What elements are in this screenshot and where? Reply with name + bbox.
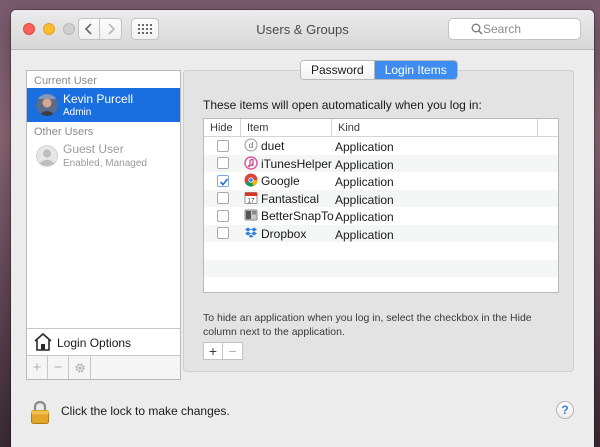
table-row[interactable]: iTunesHelper Application (204, 154, 558, 172)
item-name: Dropbox (261, 226, 307, 241)
item-name: iTunesHelper (261, 156, 332, 171)
user-row-guest[interactable]: Guest User Enabled, Managed (27, 139, 180, 173)
hide-checkbox[interactable] (217, 139, 229, 152)
item-kind: Application (335, 210, 394, 224)
empty-row (204, 259, 558, 277)
column-header-kind[interactable]: Kind (332, 119, 538, 136)
item-kind: Application (335, 192, 394, 207)
column-header-item[interactable]: Item (241, 119, 332, 136)
user-name: Kevin Purcell (63, 92, 134, 106)
svg-text:d: d (249, 141, 253, 150)
empty-row (204, 242, 558, 260)
user-list-buttons: + − (27, 355, 180, 379)
item-name: Google (261, 174, 300, 188)
empty-row (204, 277, 558, 295)
avatar (36, 94, 58, 116)
login-items-buttons: + − (203, 342, 243, 360)
login-items-description: These items will open automatically when… (203, 98, 482, 112)
item-kind: Application (335, 157, 394, 172)
table-row[interactable]: Google Application (204, 172, 558, 190)
hide-checkbox[interactable] (217, 227, 229, 240)
item-kind: Application (335, 175, 394, 189)
titlebar: Users & Groups (11, 10, 594, 50)
login-items-table: Hide Item Kind d duet Application iTunes… (203, 118, 559, 293)
dropbox-icon (245, 227, 257, 238)
item-kind: Application (335, 227, 394, 242)
other-users-header: Other Users (34, 126, 94, 138)
guest-avatar-icon (36, 145, 58, 167)
login-items-pane: These items will open automatically when… (183, 70, 574, 372)
bettersnap-icon (244, 209, 258, 221)
item-name: BetterSnapTo (261, 209, 334, 223)
hide-checkbox[interactable] (217, 209, 229, 222)
user-role: Admin (63, 107, 92, 118)
current-user-header: Current User (34, 75, 97, 87)
table-header: Hide Item Kind (204, 119, 558, 137)
table-row[interactable]: d duet Application (204, 137, 558, 155)
search-icon (471, 23, 483, 35)
lock-text: Click the lock to make changes. (61, 404, 230, 418)
duet-icon: d (244, 138, 258, 152)
search-input[interactable] (483, 22, 573, 36)
user-row-kevin-purcell[interactable]: Kevin Purcell Admin (27, 88, 180, 122)
tab-switcher: Password Login Items (300, 60, 458, 80)
itunes-icon (244, 155, 258, 170)
table-row[interactable]: Dropbox Application (204, 224, 558, 242)
calendar-icon: 17 (244, 191, 258, 204)
house-icon (34, 332, 52, 351)
table-row[interactable]: 17 Fantastical Application (204, 189, 558, 207)
hide-checkbox[interactable] (217, 192, 229, 205)
tab-password[interactable]: Password (301, 61, 375, 79)
hide-checkbox[interactable] (217, 157, 229, 170)
action-menu-button[interactable] (69, 356, 91, 379)
guest-status: Enabled, Managed (63, 158, 147, 169)
column-header-hide[interactable]: Hide (204, 119, 241, 136)
table-row[interactable]: BetterSnapTo Application (204, 207, 558, 225)
chrome-icon (244, 173, 258, 187)
login-options-label: Login Options (57, 336, 132, 350)
remove-user-button[interactable]: − (48, 356, 69, 379)
hide-checkbox-checked[interactable] (217, 174, 229, 187)
user-list: Current User Kevin Purcell Admin Other U… (26, 70, 181, 380)
login-options-item[interactable]: Login Options (27, 328, 180, 355)
checkmark-icon (219, 178, 229, 186)
help-button[interactable]: ? (556, 401, 574, 419)
search-field[interactable] (448, 18, 581, 40)
add-login-item-button[interactable]: + (204, 343, 223, 359)
users-groups-window: Users & Groups Current User Kevin Purcel… (11, 10, 594, 447)
remove-login-item-button[interactable]: − (223, 343, 242, 359)
tab-login-items[interactable]: Login Items (374, 61, 457, 79)
guest-name: Guest User (63, 142, 124, 156)
lock-icon[interactable] (30, 400, 50, 424)
svg-text:17: 17 (248, 198, 255, 204)
item-name: Fantastical (261, 191, 320, 206)
item-name: duet (261, 139, 285, 153)
add-user-button[interactable]: + (27, 356, 48, 379)
gear-icon (74, 362, 85, 373)
item-kind: Application (335, 140, 394, 154)
hide-help-text: To hide an application when you log in, … (203, 312, 532, 338)
